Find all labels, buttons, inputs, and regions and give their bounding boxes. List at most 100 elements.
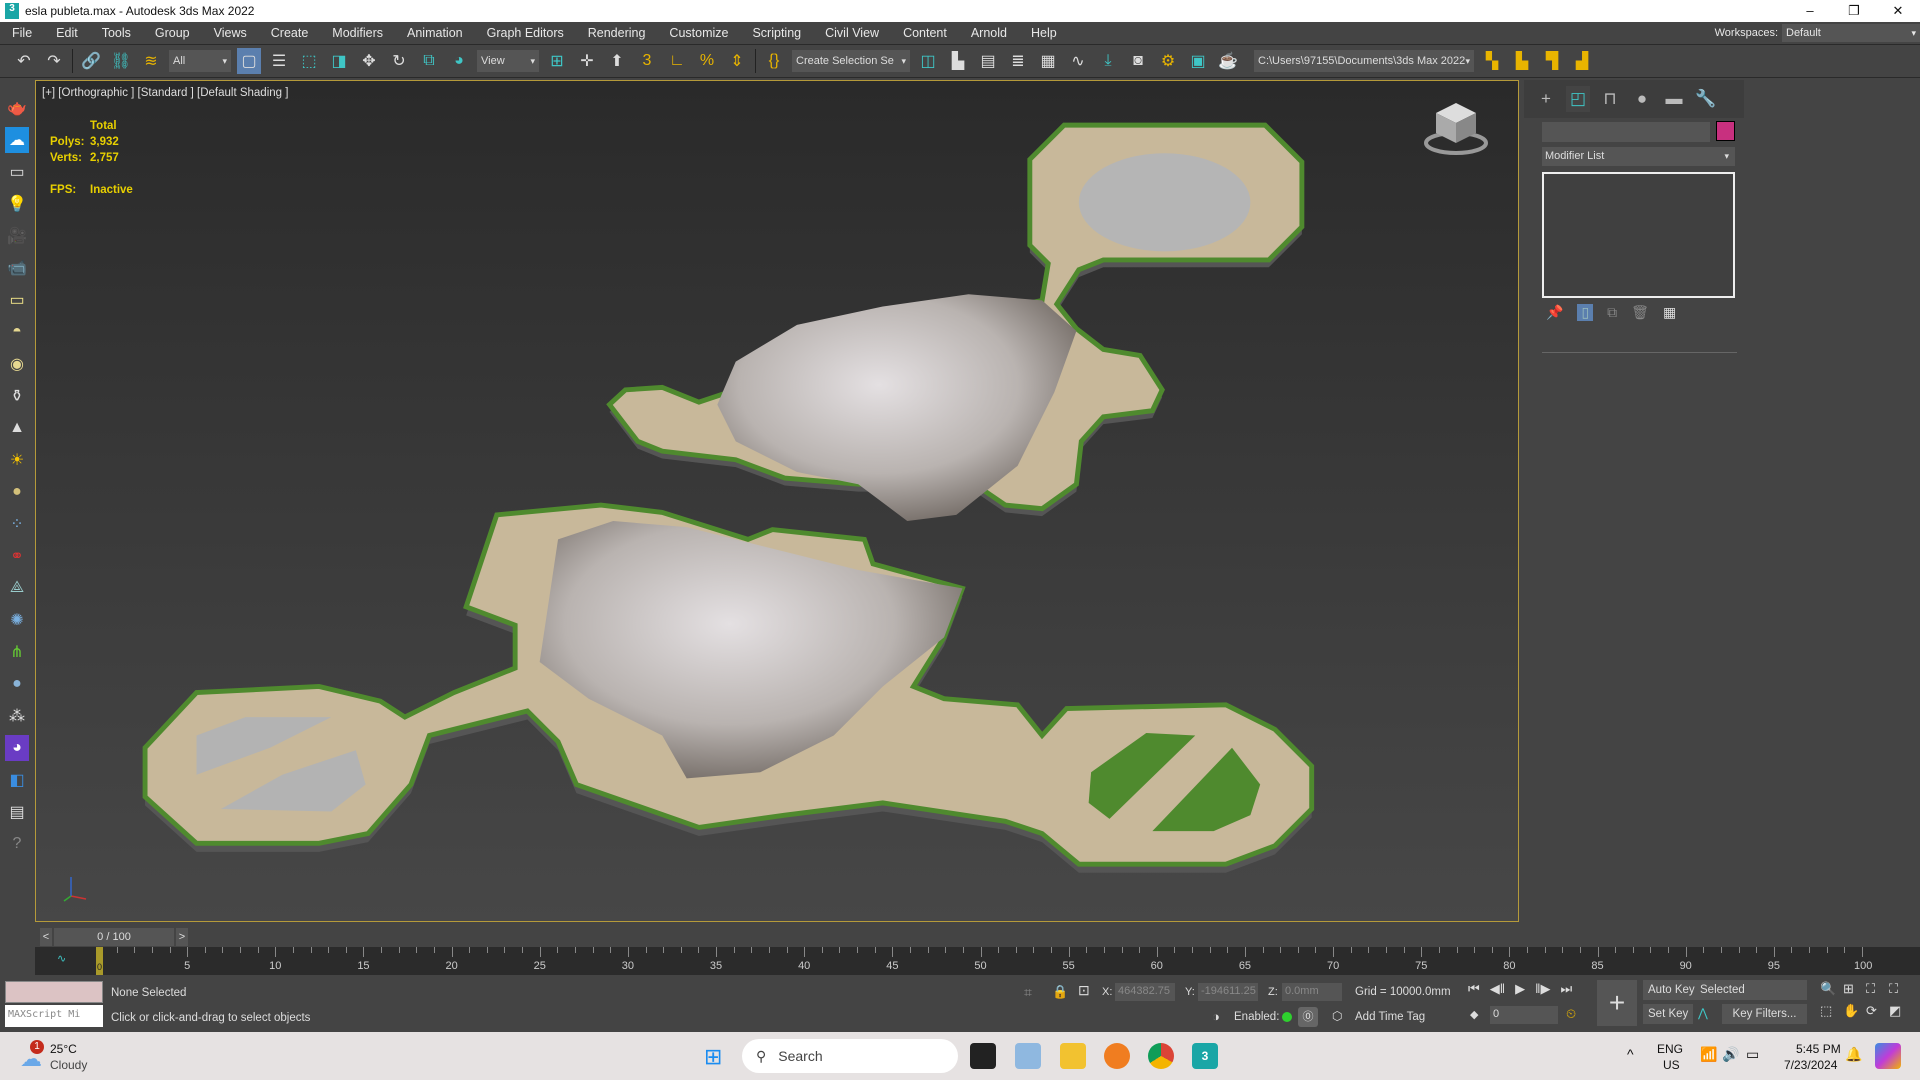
named-selection-dropdown[interactable]: Create Selection Se bbox=[792, 50, 910, 72]
window-crossing-icon[interactable]: ◨ bbox=[327, 48, 351, 74]
current-frame-field[interactable]: 0 bbox=[1490, 1006, 1558, 1024]
menu-modifiers[interactable]: Modifiers bbox=[320, 26, 395, 40]
show-end-result-icon[interactable]: ▯ bbox=[1577, 304, 1594, 321]
notification-icon[interactable]: 🔔 bbox=[1845, 1046, 1862, 1063]
menu-create[interactable]: Create bbox=[259, 26, 321, 40]
menu-customize[interactable]: Customize bbox=[657, 26, 740, 40]
menu-rendering[interactable]: Rendering bbox=[576, 26, 658, 40]
molecule-icon[interactable]: ⚭ bbox=[5, 543, 29, 569]
next-frame-button[interactable]: > bbox=[176, 928, 188, 946]
material-editor-icon[interactable]: ◙ bbox=[1126, 48, 1150, 74]
weather-description[interactable]: Cloudy bbox=[50, 1058, 87, 1072]
taskbar-search[interactable]: ⚲ Search bbox=[742, 1039, 958, 1073]
y-coordinate-field[interactable]: -194611.25 bbox=[1198, 983, 1258, 1001]
sun-icon[interactable]: ☀ bbox=[5, 447, 29, 473]
spinner-snap-icon[interactable]: ⇕ bbox=[725, 48, 749, 74]
menu-file[interactable]: File bbox=[0, 26, 44, 40]
orbit-icon[interactable]: ⟳ bbox=[1866, 1003, 1889, 1019]
display-tab-icon[interactable]: ▬ bbox=[1662, 86, 1686, 112]
viewport-orthographic[interactable]: [+] [Orthographic ] [Standard ] [Default… bbox=[35, 80, 1519, 922]
battery-icon[interactable]: ▭ bbox=[1746, 1046, 1759, 1063]
modify-tab-icon[interactable]: ◰ bbox=[1566, 86, 1590, 112]
pan-icon[interactable]: ✋ bbox=[1843, 1003, 1866, 1019]
file-explorer-icon[interactable] bbox=[1060, 1043, 1086, 1069]
schematic-view-icon[interactable]: ⤓ bbox=[1096, 48, 1120, 74]
dome-icon[interactable]: ◓ bbox=[5, 319, 29, 345]
wifi-icon[interactable]: 📶 bbox=[1700, 1046, 1717, 1063]
scatter-icon[interactable]: ✺ bbox=[5, 607, 29, 633]
language-line1[interactable]: ENG bbox=[1657, 1042, 1683, 1056]
weather-temperature[interactable]: 25°C bbox=[50, 1042, 77, 1056]
key-mode-icon[interactable]: ◆ bbox=[1470, 1008, 1478, 1021]
menu-views[interactable]: Views bbox=[202, 26, 259, 40]
adaptive-degradation-icon[interactable]: ◑ bbox=[1212, 1009, 1220, 1024]
select-manipulate-icon[interactable]: ✛ bbox=[575, 48, 599, 74]
select-by-name-icon[interactable]: ☰ bbox=[267, 48, 291, 74]
cone-icon[interactable]: ▲ bbox=[5, 415, 29, 441]
chrome-icon[interactable] bbox=[1148, 1043, 1174, 1069]
move-icon[interactable]: ✥ bbox=[357, 48, 381, 74]
auto-key-button[interactable]: Auto Key bbox=[1643, 980, 1700, 1000]
link-icon[interactable]: 🔗 bbox=[79, 48, 103, 74]
modifier-list-dropdown[interactable]: Modifier List bbox=[1542, 147, 1735, 166]
time-slider-thumb[interactable]: 0 / 100 bbox=[54, 928, 174, 946]
project-folder-icon[interactable]: ▚ bbox=[1480, 48, 1504, 74]
maxscript-listener-output[interactable] bbox=[5, 981, 103, 1003]
unlink-icon[interactable]: ⛓ bbox=[109, 48, 133, 74]
layer-explorer-icon[interactable]: ≣ bbox=[1006, 48, 1030, 74]
go-to-start-icon[interactable]: ⏮ bbox=[1468, 981, 1480, 997]
menu-arnold[interactable]: Arnold bbox=[959, 26, 1019, 40]
menu-edit[interactable]: Edit bbox=[44, 26, 90, 40]
menu-civil-view[interactable]: Civil View bbox=[813, 26, 891, 40]
zoom-region-icon[interactable]: ⬚ bbox=[1820, 1003, 1843, 1019]
resource-monitor-icon[interactable] bbox=[1015, 1043, 1041, 1069]
menu-scripting[interactable]: Scripting bbox=[740, 26, 813, 40]
mirror-icon[interactable]: ◫ bbox=[916, 48, 940, 74]
zoom-extents-all-icon[interactable]: ⛶ bbox=[1889, 981, 1912, 997]
teapot-wire-icon[interactable]: ⚱ bbox=[5, 383, 29, 409]
scale-icon[interactable]: ⧉ bbox=[417, 48, 441, 74]
rotate-icon[interactable]: ↻ bbox=[387, 48, 411, 74]
make-unique-icon[interactable]: ⧉ bbox=[1607, 304, 1617, 321]
undo-icon[interactable]: ↶ bbox=[12, 48, 36, 74]
maxscript-mini-listener[interactable]: MAXScript Mi bbox=[5, 1005, 103, 1027]
camera-icon[interactable]: 🎥 bbox=[5, 223, 29, 249]
place-icon[interactable]: ◕ bbox=[447, 48, 471, 74]
menu-help[interactable]: Help bbox=[1019, 26, 1069, 40]
motion-tab-icon[interactable]: ● bbox=[1630, 86, 1654, 112]
close-button[interactable]: ✕ bbox=[1876, 0, 1920, 22]
arnold-icon[interactable]: ◕ bbox=[5, 735, 29, 761]
edit-named-selection-icon[interactable]: {} bbox=[762, 48, 786, 74]
volume-icon[interactable]: 🔊 bbox=[1722, 1046, 1739, 1063]
zoom-icon[interactable]: 🔍 bbox=[1820, 981, 1843, 997]
viewcube-icon[interactable] bbox=[1422, 99, 1490, 159]
menu-graph-editors[interactable]: Graph Editors bbox=[475, 26, 576, 40]
pin-stack-icon[interactable]: 📌 bbox=[1546, 304, 1563, 321]
helper-icon[interactable]: ⟁ bbox=[5, 575, 29, 601]
plane-icon[interactable]: ▭ bbox=[5, 287, 29, 313]
configure-modifier-sets-icon[interactable]: ▦ bbox=[1663, 304, 1676, 321]
menu-tools[interactable]: Tools bbox=[90, 26, 143, 40]
blender-icon[interactable] bbox=[1104, 1043, 1130, 1069]
material-palette-icon[interactable]: ⁂ bbox=[5, 703, 29, 729]
lock-icon[interactable]: 🔒 bbox=[1052, 984, 1068, 1000]
utilities-tab-icon[interactable]: 🔧 bbox=[1694, 86, 1718, 112]
sphere-icon[interactable]: ● bbox=[5, 479, 29, 505]
isolate-icon[interactable]: ⌗ bbox=[1024, 984, 1032, 1001]
time-slider[interactable]: < 0 / 100 > bbox=[40, 928, 200, 946]
reference-coordinate-dropdown[interactable]: View bbox=[477, 50, 539, 72]
add-time-tag-button[interactable]: Add Time Tag bbox=[1355, 1011, 1425, 1023]
align-icon[interactable]: ▙ bbox=[946, 48, 970, 74]
clock-time[interactable]: 5:45 PM bbox=[1796, 1042, 1841, 1056]
zoom-all-icon[interactable]: ⊞ bbox=[1843, 981, 1866, 997]
teapot-icon[interactable]: 🫖 bbox=[5, 95, 29, 121]
batch-icon[interactable]: ▤ bbox=[5, 799, 29, 825]
absolute-mode-icon[interactable]: ⊡ bbox=[1078, 982, 1090, 999]
key-tangent-icon[interactable]: ⋀ bbox=[1698, 1006, 1708, 1020]
scene-explorer-icon[interactable]: ▤ bbox=[976, 48, 1000, 74]
disc-icon[interactable]: ◉ bbox=[5, 351, 29, 377]
next-frame-icon[interactable]: ‖▶ bbox=[1535, 981, 1550, 997]
render-region-icon[interactable]: ◧ bbox=[5, 767, 29, 793]
time-configuration-icon[interactable]: ⏲ bbox=[1566, 1006, 1576, 1022]
remove-modifier-icon[interactable]: 🗑 bbox=[1631, 304, 1649, 321]
